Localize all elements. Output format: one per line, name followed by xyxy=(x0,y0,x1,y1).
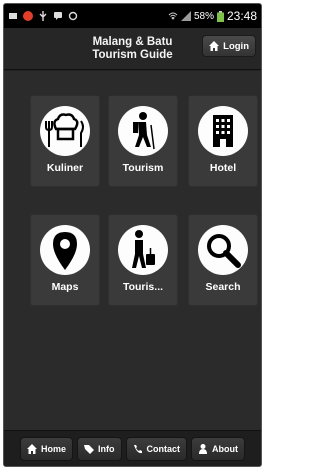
tile-kuliner[interactable]: Kuliner xyxy=(30,95,100,187)
clock: 23:48 xyxy=(226,9,257,23)
tile-label: Tourism xyxy=(122,162,164,174)
battery-percent: 58% xyxy=(193,10,214,22)
tile-maps[interactable]: Maps xyxy=(30,214,100,306)
login-label: Login xyxy=(223,40,249,52)
tile-label: Search xyxy=(205,281,241,293)
traveler-luggage-icon xyxy=(132,230,155,268)
home-icon xyxy=(26,443,37,454)
map-pin-icon xyxy=(53,232,77,270)
hiker-icon xyxy=(133,112,155,150)
tag-icon xyxy=(84,444,94,454)
nav-home-label: Home xyxy=(40,443,66,454)
usb-debug-icon xyxy=(39,11,47,21)
bottom-navbar: Home Info Contact About xyxy=(4,430,261,466)
nav-info-button[interactable]: Info xyxy=(77,436,122,461)
tile-label: Touris... xyxy=(122,281,164,293)
person-icon xyxy=(199,443,207,454)
signal-icon xyxy=(180,11,191,21)
sync-icon xyxy=(68,11,78,21)
login-button[interactable]: Login xyxy=(202,35,256,57)
tile-hotel[interactable]: Hotel xyxy=(188,95,258,187)
nav-contact-label: Contact xyxy=(146,443,181,454)
status-bar: 58% 23:48 xyxy=(4,4,261,28)
battery-icon xyxy=(216,10,224,22)
app-notification-icon xyxy=(23,11,33,21)
home-icon xyxy=(209,41,220,51)
tile-touris[interactable]: Touris... xyxy=(108,214,178,306)
tile-label: Kuliner xyxy=(46,162,84,174)
page-title: Malang & Batu Tourism Guide xyxy=(92,35,173,61)
tile-label: Hotel xyxy=(209,162,237,174)
nav-home-button[interactable]: Home xyxy=(19,436,73,461)
nav-info-label: Info xyxy=(98,443,115,454)
notification-icons xyxy=(8,11,78,21)
app-screen: 58% 23:48 Malang & Batu Tourism Guide Lo… xyxy=(3,3,262,467)
nav-about-label: About xyxy=(212,443,238,454)
menu-grid: Kuliner Tourism Hotel Maps Touris... Sea… xyxy=(4,71,261,430)
usb-icon xyxy=(9,13,17,19)
phone-icon xyxy=(133,444,142,453)
tile-search[interactable]: Search xyxy=(188,214,258,306)
nav-contact-button[interactable]: Contact xyxy=(125,436,187,461)
wifi-icon xyxy=(168,12,178,20)
building-icon xyxy=(213,115,233,147)
tile-label: Maps xyxy=(51,281,79,293)
app-header: Malang & Batu Tourism Guide Login xyxy=(4,28,261,70)
magnifier-icon xyxy=(207,234,241,268)
nav-about-button[interactable]: About xyxy=(191,436,245,461)
message-icon xyxy=(54,12,62,20)
chef-hat-icon xyxy=(45,113,84,147)
tile-tourism[interactable]: Tourism xyxy=(108,95,178,187)
